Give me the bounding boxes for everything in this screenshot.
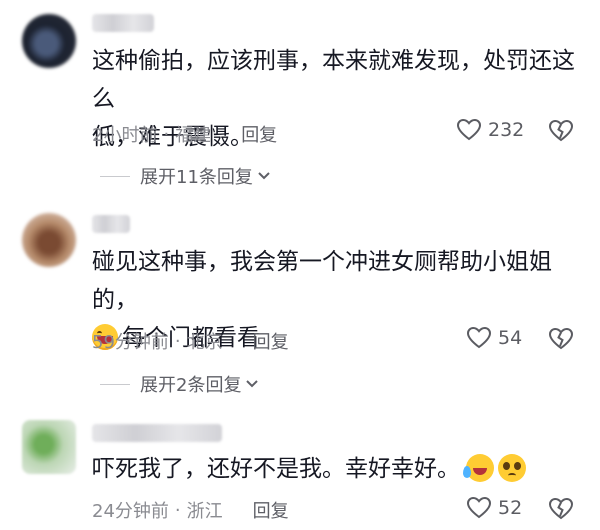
broken-heart-icon — [548, 497, 574, 520]
expand-divider — [100, 383, 130, 385]
expand-divider — [100, 175, 130, 177]
comment-text-line: 这种偷拍，应该刑事，本来就难发现，处罚还这么 — [92, 48, 575, 112]
reply-button[interactable]: 回复 — [253, 497, 289, 523]
expand-replies-button[interactable]: 展开11条回复 — [100, 163, 271, 189]
avatar[interactable] — [22, 420, 76, 474]
like-count: 232 — [488, 119, 525, 141]
reply-button[interactable]: 回复 — [241, 121, 277, 147]
meta-separator: · — [174, 330, 181, 352]
comment-time: 59分钟前 — [92, 332, 169, 353]
comment-location: 北京 — [186, 332, 223, 353]
comment-text: 吓死我了，还好不是我。幸好幸好。 — [92, 450, 582, 488]
like-button[interactable]: 54 — [466, 326, 522, 350]
heart-outline-icon — [466, 496, 492, 519]
username-blurred[interactable] — [92, 14, 154, 32]
chevron-down-icon — [258, 172, 270, 180]
avatar[interactable] — [22, 14, 76, 68]
broken-heart-icon — [548, 119, 574, 142]
username-blurred[interactable] — [92, 215, 130, 233]
comment-text-line: 碰见这种事，我会第一个冲进女厕帮助小姐姐的， — [92, 249, 552, 313]
comment-time: 2小时前 — [92, 125, 158, 146]
comment-text-line: 吓死我了，还好不是我。幸好幸好。 — [92, 456, 460, 482]
comment-text-line-with-emoji: 吓死我了，还好不是我。幸好幸好。 — [92, 450, 582, 488]
username-blurred[interactable] — [92, 424, 222, 442]
comment-meta: 24分钟前 · 浙江 回复 — [92, 497, 289, 523]
comment-meta: 59分钟前 · 北京 回复 — [92, 328, 289, 354]
expand-replies-label: 展开11条回复 — [140, 167, 253, 188]
heart-outline-icon — [456, 118, 482, 141]
meta-separator: · — [163, 123, 170, 145]
avatar[interactable] — [22, 213, 76, 267]
pleading-face-emoji-icon — [498, 454, 526, 482]
like-button[interactable]: 232 — [456, 118, 524, 142]
face-with-tears-of-joy-emoji-icon — [463, 454, 494, 482]
expand-replies-button[interactable]: 展开2条回复 — [100, 371, 259, 397]
comment-time: 24分钟前 — [92, 501, 169, 522]
like-button[interactable]: 52 — [466, 496, 522, 520]
comment-location: 浙江 — [186, 501, 223, 522]
like-count: 52 — [498, 497, 523, 519]
chevron-down-icon — [246, 380, 259, 388]
like-count: 54 — [498, 327, 523, 349]
comment-location: 福建 — [175, 125, 212, 146]
reply-button[interactable]: 回复 — [253, 328, 289, 354]
dislike-button[interactable] — [548, 497, 574, 525]
heart-outline-icon — [466, 326, 492, 349]
dislike-button[interactable] — [548, 327, 574, 355]
dislike-button[interactable] — [548, 119, 574, 147]
meta-separator: · — [174, 499, 181, 521]
broken-heart-icon — [548, 327, 574, 350]
expand-replies-label: 展开2条回复 — [140, 375, 242, 396]
comment-meta: 2小时前 · 福建 回复 — [92, 121, 277, 147]
